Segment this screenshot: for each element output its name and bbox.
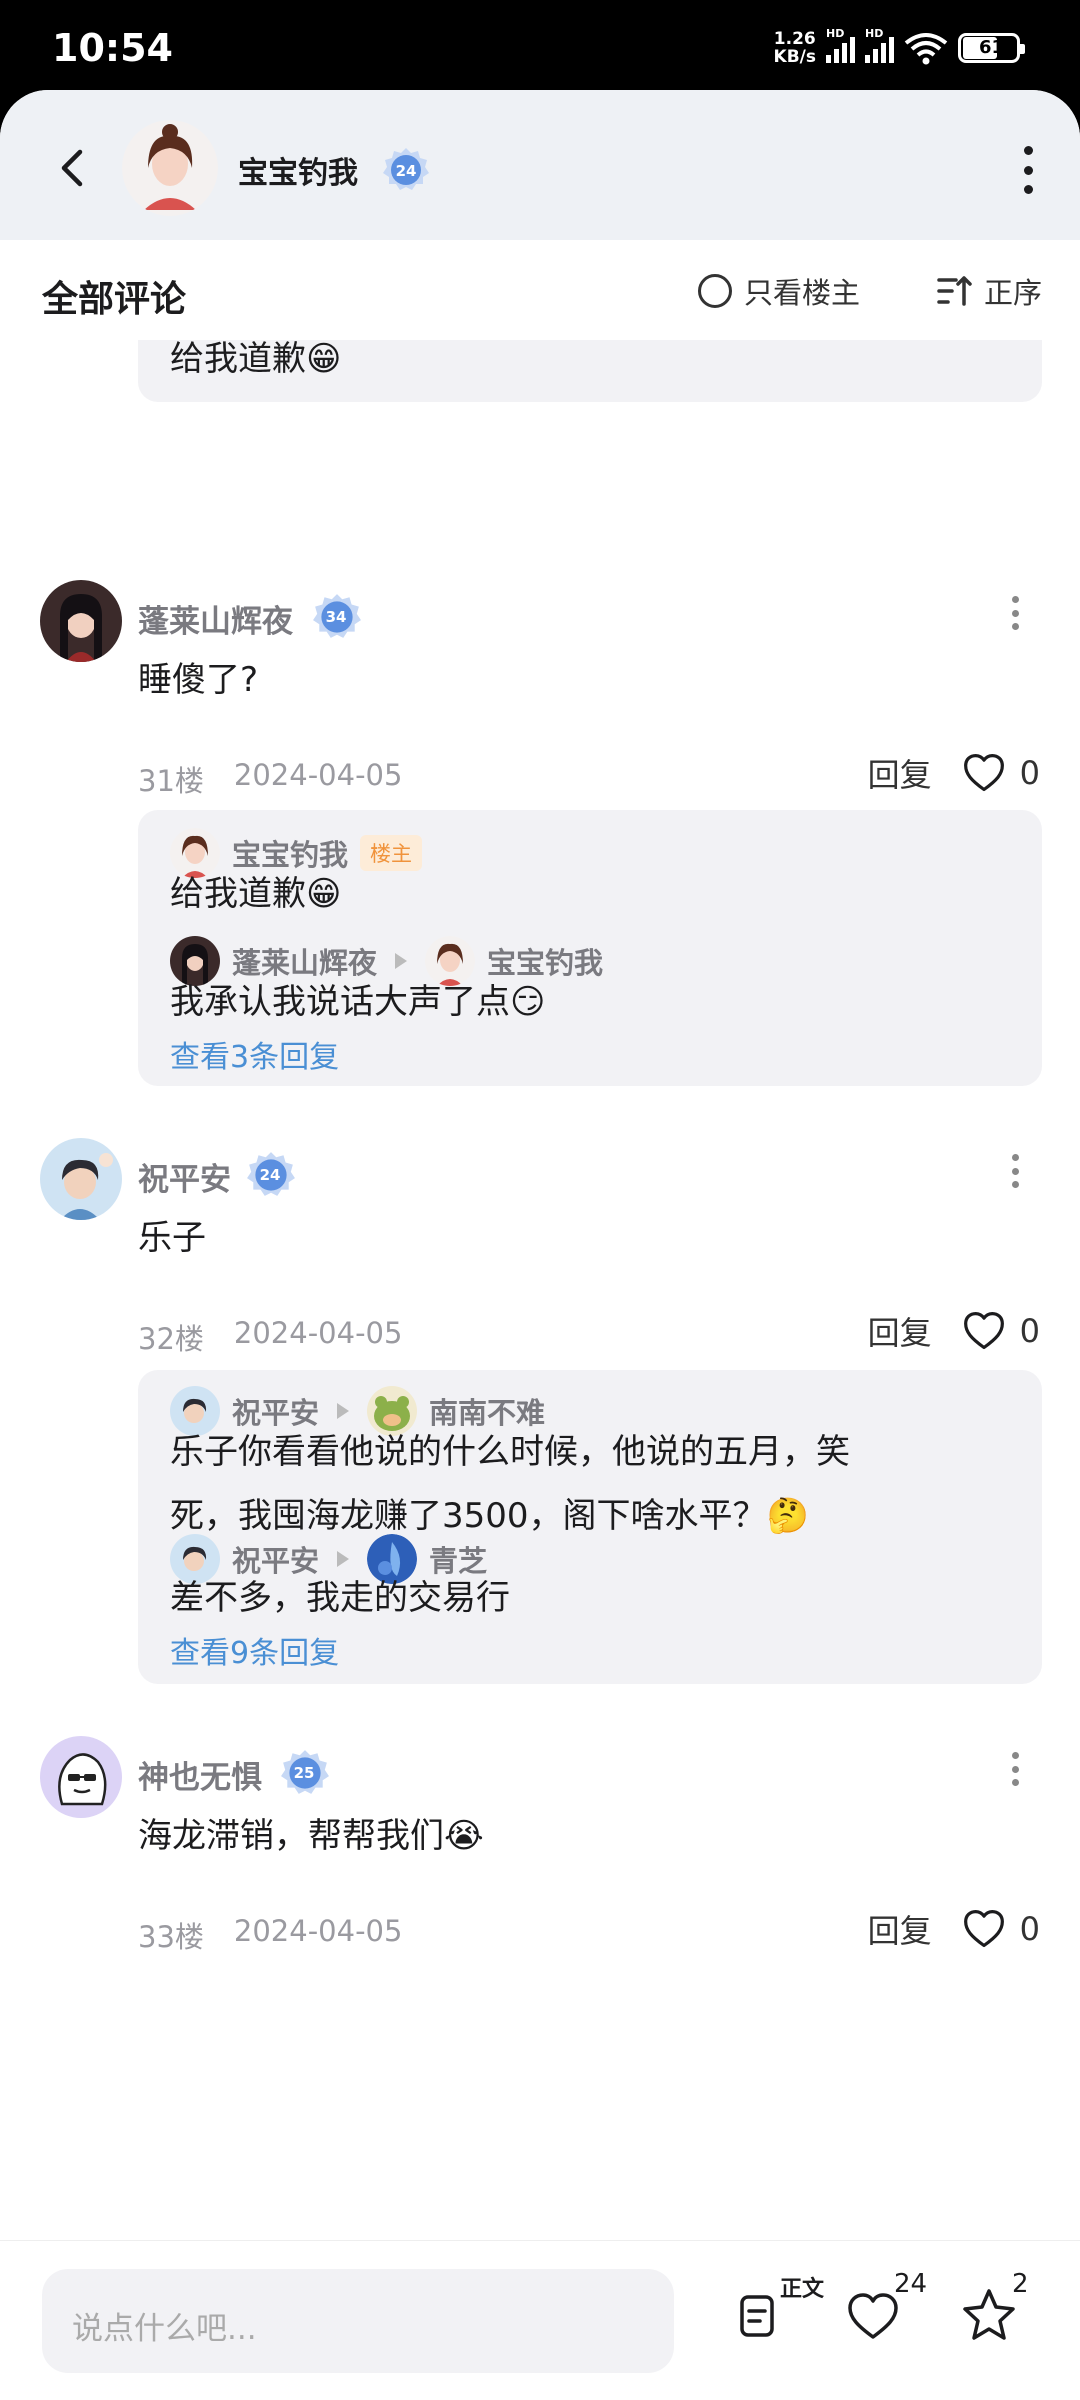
username[interactable]: 蓬莱山辉夜: [138, 596, 293, 641]
user-avatar[interactable]: [40, 1138, 122, 1220]
view-more-replies-link[interactable]: 查看9条回复: [170, 1628, 339, 1672]
user-avatar[interactable]: [40, 1736, 122, 1818]
like-button[interactable]: 0: [962, 751, 1040, 795]
star-total: 2: [1012, 2269, 1029, 2299]
level-badge: 24: [382, 146, 430, 194]
net-speed-value: 1.26: [773, 29, 816, 49]
net-speed-unit: KB/s: [773, 47, 816, 67]
level-badge: 24: [246, 1150, 296, 1200]
comment-meta: 33楼 2024-04-05: [138, 1914, 402, 1956]
comment-text: 乐子: [138, 1218, 206, 1258]
battery-level: 61: [979, 37, 1005, 58]
all-comments-title: 全部评论: [42, 279, 187, 320]
only-host-toggle[interactable]: 只看楼主: [698, 270, 860, 312]
like-button[interactable]: 0: [962, 1309, 1040, 1353]
floor-number: 33楼: [138, 1920, 204, 1954]
comment-text: 海龙滞销，帮帮我们😭: [138, 1816, 484, 1856]
more-options-icon[interactable]: [1022, 146, 1034, 194]
reply-box[interactable]: 祝平安 南南不难 乐子你看看他说的什么时候，他说的五月，笑 死，我囤海龙赚了35…: [138, 1370, 1042, 1684]
like-count: 0: [1019, 754, 1040, 792]
signal-icon: HD: [826, 27, 855, 63]
like-button[interactable]: 0: [962, 1907, 1040, 1951]
like-total: 24: [894, 2269, 928, 2299]
heart-icon: [962, 1907, 1006, 1951]
comment-actions: 回复 0: [868, 1906, 1040, 1952]
reply-text: 给我道歉😁: [170, 340, 342, 379]
username[interactable]: 神也无惧: [138, 1752, 262, 1797]
only-host-label: 只看楼主: [744, 276, 861, 310]
svg-text:34: 34: [326, 608, 347, 626]
reply-box[interactable]: 给我道歉😁: [138, 340, 1042, 402]
reply-button[interactable]: 回复: [868, 750, 932, 796]
comment-feed: 给我道歉😁 蓬莱山辉夜 34 睡傻了? 31楼 2024-04-05 回复 0 …: [0, 340, 1080, 2240]
document-label: 正文: [780, 2277, 825, 2302]
reply-button[interactable]: 回复: [868, 1308, 932, 1354]
reply-text: 给我道歉😁: [170, 874, 342, 914]
comment-date: 2024-04-05: [233, 1316, 403, 1350]
sim1-hd-label: HD: [826, 27, 845, 40]
sort-label: 正序: [983, 276, 1042, 310]
sort-button[interactable]: 正序: [936, 270, 1042, 312]
comment-date: 2024-04-05: [233, 758, 403, 792]
reply-to-arrow-icon: [395, 953, 408, 969]
heart-icon: [962, 1309, 1006, 1353]
status-bar: 10:54 1.26 KB/s HD HD 61: [0, 0, 1080, 90]
bottom-bar: 说点什么吧... 正文 24 2: [0, 2240, 1080, 2400]
comment-actions: 回复 0: [868, 750, 1040, 796]
comment-more-icon[interactable]: [1010, 1154, 1020, 1188]
svg-text:24: 24: [260, 1166, 281, 1184]
author-avatar[interactable]: [122, 120, 218, 216]
sim2-hd-label: HD: [865, 27, 884, 40]
sort-icon: [937, 276, 972, 306]
battery-icon: 61: [958, 33, 1025, 63]
username[interactable]: 祝平安: [138, 1154, 231, 1199]
signal-icon: HD: [865, 27, 894, 63]
host-tag: 楼主: [360, 835, 423, 871]
level-badge: 34: [312, 592, 362, 642]
view-more-replies-link[interactable]: 查看3条回复: [170, 1032, 339, 1076]
floor-number: 32楼: [138, 1322, 204, 1356]
reply-text-line: 乐子你看看他说的什么时候，他说的五月，笑: [170, 1432, 850, 1472]
comment-more-icon[interactable]: [1010, 596, 1020, 630]
like-count: 0: [1019, 1312, 1040, 1350]
reply-box[interactable]: 宝宝钓我 楼主 给我道歉😁 蓬莱山辉夜 宝宝钓我 我承认我说话大声了点😏 查看3…: [138, 810, 1042, 1086]
reply-to-arrow-icon: [337, 1403, 350, 1419]
reply-button[interactable]: 回复: [868, 1906, 932, 1952]
svg-text:25: 25: [294, 1764, 315, 1782]
comment-input[interactable]: 说点什么吧...: [42, 2269, 674, 2373]
net-speed: 1.26 KB/s: [774, 30, 816, 66]
reply-text: 差不多，我走的交易行: [170, 1578, 510, 1618]
app-window: 宝宝钓我 24 全部评论 只看楼主 正序 给我道歉😁 蓬莱山辉夜 34 睡傻了?…: [0, 90, 1080, 2400]
wifi-icon: [904, 33, 948, 65]
heart-icon: [962, 751, 1006, 795]
comment-actions: 回复 0: [868, 1308, 1040, 1354]
reply-to-arrow-icon: [337, 1551, 350, 1567]
comment-meta: 31楼 2024-04-05: [138, 758, 402, 800]
like-count: 0: [1019, 1910, 1040, 1948]
reply-text: 我承认我说话大声了点😏: [170, 982, 546, 1022]
top-bar: 宝宝钓我 24: [0, 90, 1080, 240]
svg-text:24: 24: [396, 162, 417, 180]
comment-text: 睡傻了?: [138, 660, 259, 700]
author-name[interactable]: 宝宝钓我: [238, 148, 358, 192]
back-arrow-icon[interactable]: [52, 146, 96, 190]
level-badge: 25: [280, 1748, 330, 1798]
comment-date: 2024-04-05: [233, 1914, 403, 1948]
status-icons: 1.26 KB/s HD HD 61: [774, 27, 1025, 66]
status-time: 10:54: [52, 26, 173, 70]
comment-more-icon[interactable]: [1010, 1752, 1020, 1786]
user-avatar[interactable]: [40, 580, 122, 662]
comment-meta: 32楼 2024-04-05: [138, 1316, 402, 1358]
comment-tabbar: 全部评论 只看楼主 正序: [0, 240, 1080, 340]
floor-number: 31楼: [138, 764, 204, 798]
radio-icon[interactable]: [698, 274, 732, 308]
